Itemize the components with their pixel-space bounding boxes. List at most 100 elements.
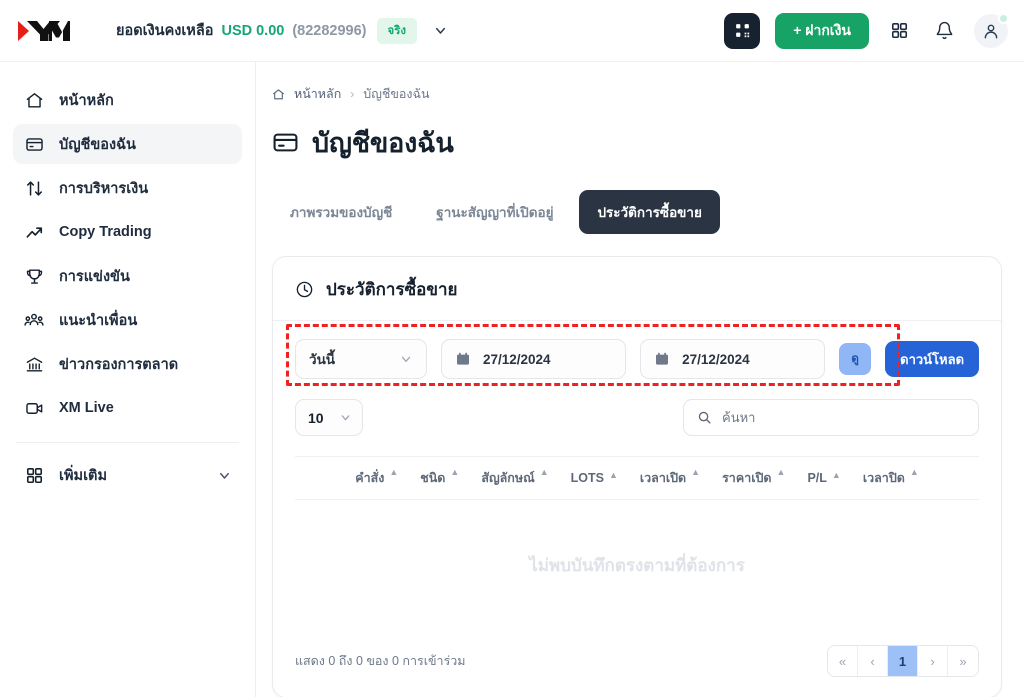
- card-icon: [23, 135, 45, 154]
- breadcrumb: หน้าหลัก › บัญชีของฉัน: [272, 84, 1002, 104]
- page-body: หน้าหลัก บัญชีของฉัน การบริหารเงิน Copy …: [0, 62, 1024, 697]
- pagination-next[interactable]: ›: [918, 646, 948, 676]
- sort-ascending-icon: ▲: [909, 467, 919, 477]
- sidebar-item-label: การแข่งขัน: [59, 268, 130, 285]
- column-header-open-price[interactable]: ราคาเปิด ▲: [722, 467, 786, 488]
- top-header: ยอดเงินคงเหลือ USD 0.00 (82282996) จริง …: [0, 0, 1024, 62]
- card-header: ประวัติการซื้อขาย: [273, 257, 1001, 321]
- column-label: คำสั่ง: [355, 471, 385, 485]
- table-header-row: คำสั่ง ▲ ชนิด ▲ สัญลักษณ์ ▲ LOTS ▲ เวลาเ…: [295, 456, 979, 500]
- sidebar-item-label: บัญชีของฉัน: [59, 136, 136, 153]
- search-box[interactable]: [683, 399, 979, 436]
- chevron-down-icon: [217, 468, 232, 483]
- home-icon: [272, 88, 285, 101]
- sidebar-item-label: ข่าวกรองการตลาด: [59, 356, 179, 373]
- column-header-type[interactable]: ชนิด ▲: [420, 467, 460, 488]
- deposit-button[interactable]: + ฝากเงิน: [775, 12, 869, 49]
- pagination-prev[interactable]: ‹: [858, 646, 888, 676]
- breadcrumb-home[interactable]: หน้าหลัก: [294, 84, 341, 104]
- page-title-text: บัญชีของฉัน: [312, 128, 454, 158]
- sidebar-item-funds-management[interactable]: การบริหารเงิน: [13, 168, 242, 208]
- sidebar-item-label: แนะนำเพื่อน: [59, 312, 138, 329]
- sort-ascending-icon: ▲: [539, 467, 549, 477]
- column-label: เวลาเปิด: [639, 471, 687, 485]
- column-label: ชนิด: [420, 471, 446, 485]
- app-root: ยอดเงินคงเหลือ USD 0.00 (82282996) จริง …: [0, 0, 1024, 697]
- sidebar-item-label: Copy Trading: [59, 224, 152, 240]
- sidebar-item-copy-trading[interactable]: Copy Trading: [13, 212, 242, 252]
- sidebar-item-label: การบริหารเงิน: [59, 180, 149, 197]
- pagination-first[interactable]: «: [828, 646, 858, 676]
- chevron-down-icon[interactable]: [433, 23, 448, 38]
- table-controls: 10: [273, 385, 1001, 436]
- view-button[interactable]: ดู: [839, 343, 872, 375]
- trading-history-card: ประวัติการซื้อขาย วันนี้ 27/12/2024 27/1…: [272, 256, 1002, 697]
- trophy-icon: [23, 267, 45, 286]
- bank-icon: [23, 355, 45, 374]
- page-title: บัญชีของฉัน: [272, 121, 1002, 164]
- video-icon: [23, 399, 45, 418]
- qr-code-button[interactable]: [724, 12, 761, 49]
- sidebar-item-label: เพิ่มเติม: [59, 467, 108, 484]
- pagination-info: แสดง 0 ถึง 0 ของ 0 การเข้าร่วม: [295, 654, 466, 668]
- pagination-last[interactable]: »: [948, 646, 978, 676]
- notifications-bell-icon[interactable]: [929, 16, 959, 46]
- column-header-order[interactable]: คำสั่ง ▲: [355, 467, 398, 488]
- sidebar-item-more[interactable]: เพิ่มเติม: [13, 455, 242, 495]
- account-type-badge: จริง: [376, 17, 418, 44]
- column-label: P/L: [807, 471, 827, 485]
- column-header-pl[interactable]: P/L ▲: [807, 470, 841, 485]
- column-label: เวลาปิด: [862, 471, 905, 485]
- sidebar-item-refer-a-friend[interactable]: แนะนำเพื่อน: [13, 300, 242, 340]
- sidebar-divider: [16, 442, 239, 443]
- grid-icon: [23, 466, 45, 485]
- sidebar-item-market-intelligence[interactable]: ข่าวกรองการตลาด: [13, 344, 242, 384]
- transfer-icon: [23, 179, 45, 198]
- sidebar-item-home[interactable]: หน้าหลัก: [13, 80, 242, 120]
- date-range-value: วันนี้: [309, 352, 336, 367]
- sidebar-item-label: XM Live: [59, 400, 114, 416]
- sort-ascending-icon: ▲: [691, 467, 701, 477]
- column-label: LOTS: [570, 471, 604, 485]
- balance-amount: USD 0.00: [221, 22, 285, 39]
- xm-logo[interactable]: [18, 18, 86, 44]
- calendar-icon: [654, 351, 670, 367]
- pagination-page-1[interactable]: 1: [888, 646, 918, 676]
- column-header-symbol[interactable]: สัญลักษณ์ ▲: [481, 467, 549, 488]
- user-avatar[interactable]: [974, 12, 1009, 48]
- tab-open-positions[interactable]: ฐานะสัญญาที่เปิดอยู่: [418, 190, 571, 234]
- breadcrumb-current: บัญชีของฉัน: [363, 87, 430, 101]
- breadcrumb-separator: ›: [350, 87, 355, 101]
- download-button[interactable]: ดาวน์โหลด: [885, 341, 980, 377]
- search-input[interactable]: [722, 410, 965, 425]
- column-header-open-time[interactable]: เวลาเปิด ▲: [639, 467, 701, 488]
- apps-grid-icon[interactable]: [884, 16, 914, 46]
- balance-summary[interactable]: ยอดเงินคงเหลือ USD 0.00 (82282996) จริง: [116, 17, 448, 44]
- date-range-select[interactable]: วันนี้: [295, 339, 427, 379]
- card-title: ประวัติการซื้อขาย: [326, 280, 458, 299]
- column-header-close-time[interactable]: เวลาปิด ▲: [862, 467, 919, 488]
- date-from-value: 27/12/2024: [483, 351, 551, 367]
- sidebar-item-competitions[interactable]: การแข่งขัน: [13, 256, 242, 296]
- date-to-input[interactable]: 27/12/2024: [640, 339, 826, 379]
- sidebar-item-xm-live[interactable]: XM Live: [13, 388, 242, 428]
- tab-account-overview[interactable]: ภาพรวมของบัญชี: [272, 190, 410, 234]
- page-size-select[interactable]: 10: [295, 399, 363, 436]
- account-number: (82282996): [292, 22, 367, 39]
- tab-trading-history[interactable]: ประวัติการซื้อขาย: [579, 190, 720, 234]
- pagination: « ‹ 1 › »: [827, 645, 979, 677]
- account-tabs: ภาพรวมของบัญชี ฐานะสัญญาที่เปิดอยู่ ประว…: [272, 190, 1002, 234]
- sidebar-item-my-accounts[interactable]: บัญชีของฉัน: [13, 124, 242, 164]
- date-from-input[interactable]: 27/12/2024: [441, 339, 627, 379]
- chevron-down-icon: [339, 411, 352, 424]
- calendar-icon: [455, 351, 471, 367]
- page-size-value: 10: [308, 409, 324, 426]
- card-footer: แสดง 0 ถึง 0 ของ 0 การเข้าร่วม « ‹ 1 › »: [273, 639, 1001, 697]
- chevron-down-icon: [399, 352, 413, 366]
- sort-ascending-icon: ▲: [831, 470, 841, 480]
- column-header-lots[interactable]: LOTS ▲: [570, 470, 618, 485]
- sidebar-item-label: หน้าหลัก: [59, 92, 114, 109]
- people-icon: [23, 310, 45, 330]
- sort-ascending-icon: ▲: [450, 467, 460, 477]
- sort-ascending-icon: ▲: [776, 467, 786, 477]
